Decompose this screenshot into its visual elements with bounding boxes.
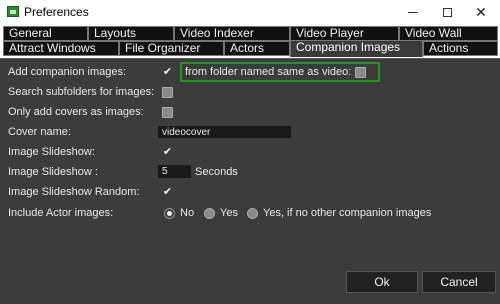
tab-actors[interactable]: Actors xyxy=(224,41,290,56)
cover-name-input[interactable]: videocover xyxy=(158,126,291,138)
check-icon: ✔ xyxy=(162,146,173,158)
search-subfolders-checkbox[interactable] xyxy=(162,87,173,98)
window-title: Preferences xyxy=(24,5,89,19)
dialog-button-bar: Ok Cancel xyxy=(0,268,500,304)
slideshow-checkbox[interactable]: ✔ xyxy=(162,147,173,158)
include-actor-yes-if-none-label: Yes, if no other companion images xyxy=(263,207,432,219)
tab-strip: General Layouts Video Indexer Video Play… xyxy=(0,24,500,58)
only-covers-checkbox[interactable] xyxy=(162,107,173,118)
only-covers-label: Only add covers as images: xyxy=(8,106,144,118)
tab-attract-windows[interactable]: Attract Windows xyxy=(3,41,119,56)
title-bar: Preferences ✕ xyxy=(0,0,500,24)
check-icon: ✔ xyxy=(162,66,173,78)
include-actor-no-radio[interactable] xyxy=(164,208,175,219)
include-actor-label: Include Actor images: xyxy=(8,207,114,219)
tab-video-wall[interactable]: Video Wall xyxy=(399,26,498,41)
add-companion-label: Add companion images: xyxy=(8,66,127,78)
slideshow-label: Image Slideshow: xyxy=(8,146,95,158)
tab-layouts[interactable]: Layouts xyxy=(88,26,174,41)
minimize-icon xyxy=(408,11,418,13)
same-name-folder-checkbox[interactable] xyxy=(355,67,366,78)
include-actor-yes-label: Yes xyxy=(220,207,238,219)
cover-name-label: Cover name: xyxy=(8,126,71,138)
cancel-button[interactable]: Cancel xyxy=(422,271,496,293)
slideshow-random-checkbox[interactable]: ✔ xyxy=(162,187,173,198)
tab-actions[interactable]: Actions xyxy=(423,41,498,56)
same-name-folder-label: from folder named same as video: xyxy=(185,66,352,78)
ok-button[interactable]: Ok xyxy=(346,271,418,293)
minimize-button[interactable] xyxy=(396,0,430,24)
tab-video-player[interactable]: Video Player xyxy=(290,26,399,41)
include-actor-yes-if-none-radio[interactable] xyxy=(247,208,258,219)
tab-video-indexer[interactable]: Video Indexer xyxy=(174,26,290,41)
maximize-button[interactable] xyxy=(430,0,464,24)
slideshow-seconds-label: Image Slideshow : xyxy=(8,166,98,178)
settings-panel: Add companion images: ✔ from folder name… xyxy=(0,58,500,268)
add-companion-checkbox[interactable]: ✔ xyxy=(162,67,173,78)
include-actor-yes-radio[interactable] xyxy=(204,208,215,219)
seconds-unit-label: Seconds xyxy=(195,166,238,178)
include-actor-no-label: No xyxy=(180,207,195,219)
maximize-icon xyxy=(442,7,452,17)
slideshow-random-label: Image Slideshow Random: xyxy=(8,186,140,198)
tab-general[interactable]: General xyxy=(3,26,88,41)
tab-companion-images[interactable]: Companion Images xyxy=(290,40,423,57)
slideshow-seconds-input[interactable]: 5 xyxy=(158,165,191,178)
close-icon: ✕ xyxy=(475,3,487,20)
close-button[interactable]: ✕ xyxy=(464,0,498,24)
search-subfolders-label: Search subfolders for images: xyxy=(8,86,155,98)
tab-file-organizer[interactable]: File Organizer xyxy=(119,41,224,56)
check-icon: ✔ xyxy=(162,186,173,198)
app-icon xyxy=(7,6,19,17)
